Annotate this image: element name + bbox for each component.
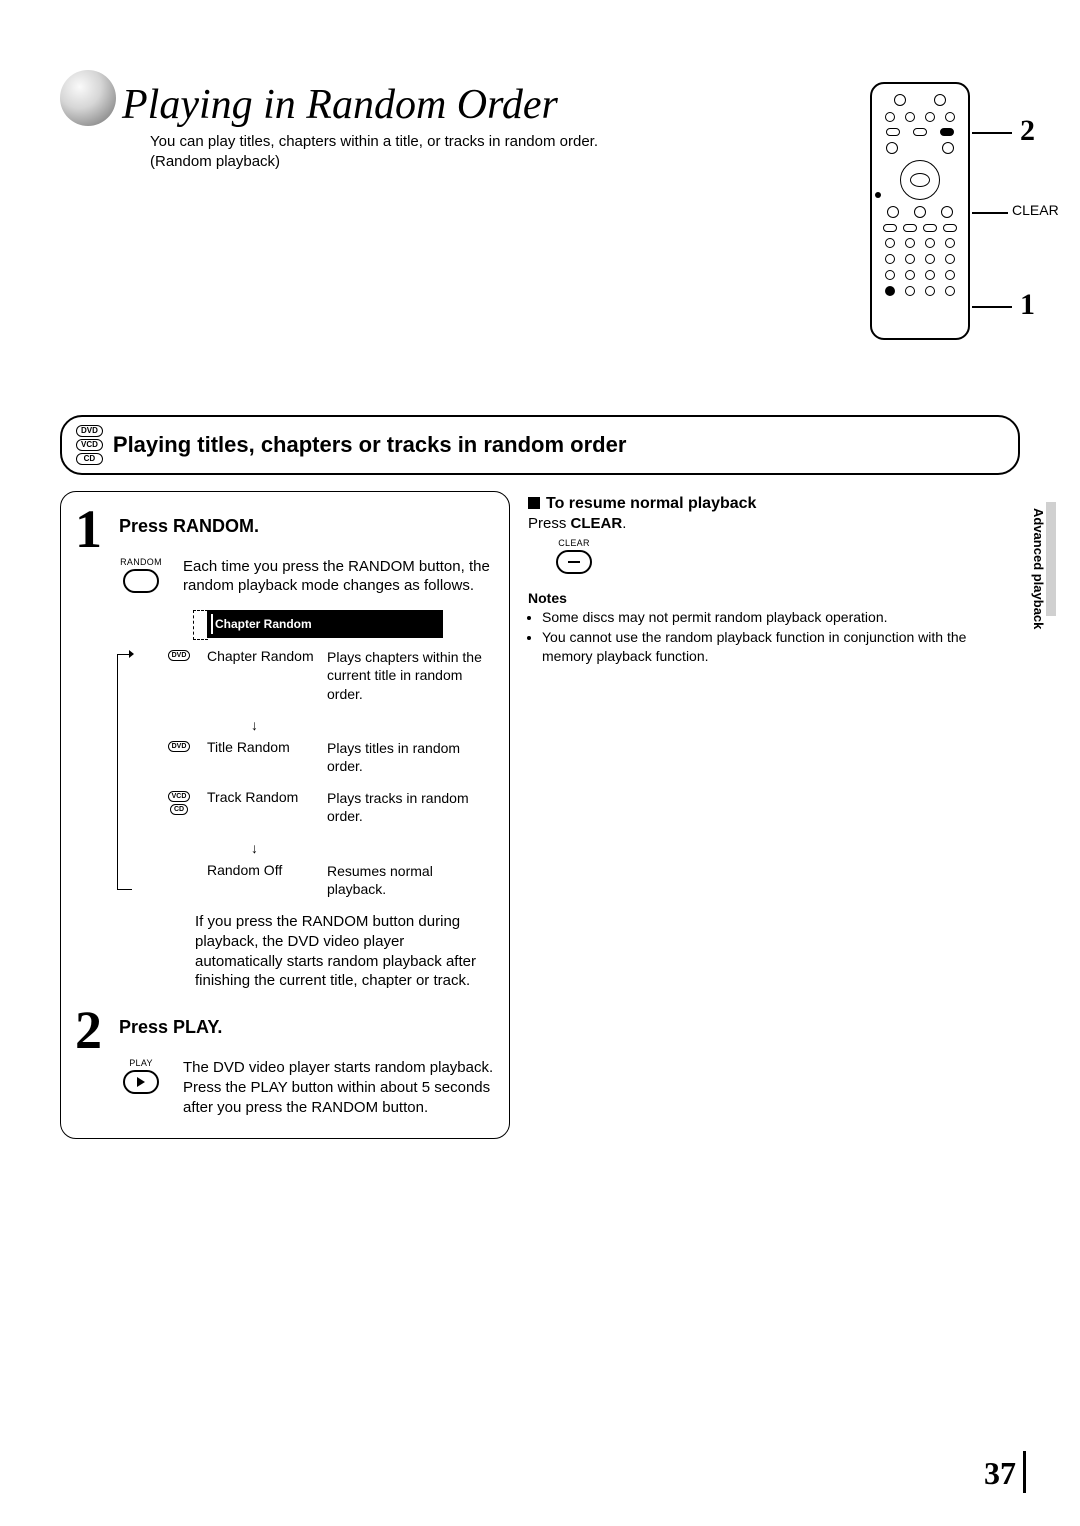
flow-arrow-icon: ↓: [251, 840, 495, 856]
section-title: Playing titles, chapters or tracks in ra…: [113, 432, 627, 458]
step-1-after-text: If you press the RANDOM button during pl…: [195, 912, 495, 991]
notes-heading: Notes: [528, 590, 1020, 606]
page-title: Playing in Random Order: [122, 84, 558, 126]
mode-row-chapter-random: DVD Chapter Random Plays chapters within…: [163, 648, 495, 703]
mode-loop-line: [117, 654, 132, 890]
clear-button-icon: CLEAR: [552, 538, 596, 574]
remote-highlight-btn-2: [940, 128, 954, 136]
side-tab-mark: [1046, 502, 1056, 616]
resume-heading: To resume normal playback: [528, 495, 1020, 513]
steps-panel: 1 Press RANDOM. RANDOM Each time you pre…: [60, 491, 510, 1139]
remote-highlight-btn-1: [885, 286, 895, 296]
page-number: 37: [984, 1455, 1016, 1492]
step-2-desc: The DVD video player starts random playb…: [183, 1058, 495, 1117]
decorative-sphere: [60, 70, 116, 126]
step-2-title: Press PLAY.: [119, 1017, 222, 1038]
side-tab-label: Advanced playback: [1031, 508, 1046, 629]
remote-diagram: 2 CLEAR 1: [870, 82, 970, 340]
note-item: Some discs may not permit random playbac…: [542, 608, 1020, 627]
random-button-icon: RANDOM: [119, 557, 163, 593]
media-badge-dvd: DVD: [76, 425, 103, 437]
note-item: You cannot use the random playback funct…: [542, 628, 1020, 666]
square-bullet-icon: [528, 497, 540, 509]
osd-preview: Chapter Random: [193, 610, 443, 638]
step-number-2: 2: [75, 1009, 119, 1052]
remote-anchor-clear: [875, 192, 881, 198]
notes-list: Some discs may not permit random playbac…: [528, 608, 1020, 667]
step-1-desc: Each time you press the RANDOM button, t…: [183, 557, 495, 597]
remote-callout-clear: CLEAR: [1012, 202, 1059, 218]
resume-text: Press CLEAR.: [528, 515, 1020, 532]
section-heading: DVD VCD CD Playing titles, chapters or t…: [60, 415, 1020, 475]
remote-callout-1: 1: [1020, 288, 1035, 322]
step-1-title: Press RANDOM.: [119, 516, 259, 537]
step-number-1: 1: [75, 508, 119, 551]
media-badge-vcd: VCD: [76, 439, 103, 451]
mode-row-random-off: Random Off Resumes normal playback.: [163, 862, 495, 898]
mode-row-title-random: DVD Title Random Plays titles in random …: [163, 739, 495, 775]
mode-row-track-random: VCD CD Track Random Plays tracks in rand…: [163, 789, 495, 825]
flow-arrow-icon: ↓: [251, 717, 495, 733]
media-badge-cd: CD: [76, 453, 103, 465]
play-button-icon: PLAY: [119, 1058, 163, 1094]
remote-callout-2: 2: [1020, 114, 1035, 148]
